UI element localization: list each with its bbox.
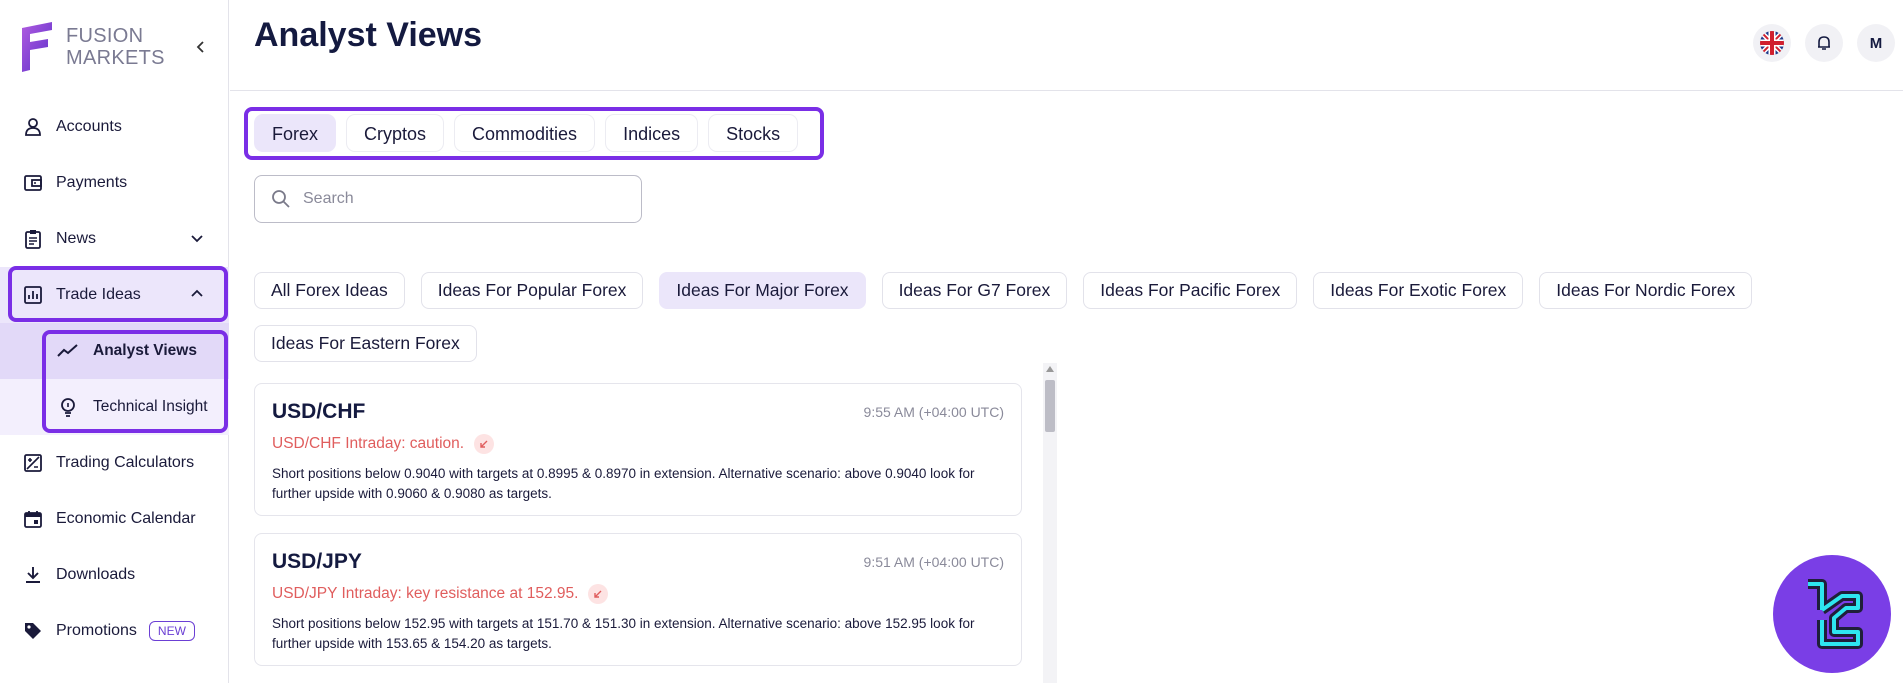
sidebar-item-label: Payments [56, 174, 128, 191]
sidebar-item-news[interactable]: News [0, 211, 229, 267]
tag-icon [22, 620, 44, 642]
arrow-down-left-icon [474, 434, 495, 454]
idea-filter-chips: All Forex Ideas Ideas For Popular Forex … [254, 272, 1774, 362]
trade-ideas-submenu: Analyst Views Technical Insight [0, 323, 229, 435]
sidebar-item-label: Accounts [56, 118, 122, 135]
wallet-icon [22, 172, 44, 194]
chip-exotic-forex[interactable]: Ideas For Exotic Forex [1313, 272, 1524, 309]
download-icon [22, 564, 44, 586]
sidebar-item-promotions[interactable]: Promotions NEW [0, 603, 229, 659]
chevron-down-icon [191, 235, 203, 243]
sidebar-subitem-label: Analyst Views [93, 342, 197, 359]
tc-watermark-logo [1773, 555, 1891, 673]
scroll-up-arrow-icon[interactable] [1046, 366, 1054, 372]
clipboard-icon [22, 228, 44, 250]
calculator-icon [22, 452, 44, 474]
sidebar-item-trading-calculators[interactable]: Trading Calculators [0, 435, 229, 491]
idea-headline: USD/CHF Intraday: caution. [272, 435, 465, 452]
collapse-sidebar-button[interactable] [192, 38, 210, 56]
chevron-left-icon [196, 41, 204, 53]
idea-body: Short positions below 152.95 with target… [272, 616, 975, 651]
chevron-up-icon [191, 289, 203, 297]
notifications-button[interactable] [1805, 24, 1843, 62]
idea-list: USD/CHF 9:55 AM (+04:00 UTC) USD/CHF Int… [254, 383, 1022, 683]
sidebar-item-label: Trading Calculators [56, 454, 195, 471]
idea-time: 9:55 AM (+04:00 UTC) [863, 404, 1004, 420]
top-header: Analyst Views M [230, 0, 1903, 91]
new-badge: NEW [148, 621, 195, 641]
lightbulb-icon [57, 396, 79, 418]
logo-text-line2: MARKETS [66, 47, 165, 69]
idea-headline-row: USD/JPY Intraday: key resistance at 152.… [272, 584, 1004, 604]
search-box[interactable] [254, 175, 642, 223]
sidebar-subitem-analyst-views[interactable]: Analyst Views [0, 323, 229, 379]
chip-eastern-forex[interactable]: Ideas For Eastern Forex [254, 325, 477, 362]
uk-flag-icon [1760, 31, 1784, 55]
tab-stocks[interactable]: Stocks [708, 114, 799, 152]
scrollbar-thumb[interactable] [1045, 380, 1055, 432]
sidebar-subitem-label: Technical Insight [93, 398, 208, 415]
idea-headline-row: USD/CHF Intraday: caution. [272, 434, 1004, 454]
idea-body: Short positions below 0.9040 with target… [272, 466, 975, 501]
chip-pacific-forex[interactable]: Ideas For Pacific Forex [1083, 272, 1298, 309]
user-icon [22, 116, 44, 138]
logo-text-line1: FUSION [66, 25, 144, 47]
sidebar-item-label: Trade Ideas [56, 286, 141, 303]
search-input[interactable] [303, 190, 623, 208]
tab-commodities[interactable]: Commodities [454, 114, 596, 152]
sidebar-item-label: Downloads [56, 566, 136, 583]
logo-mark-icon [22, 22, 52, 72]
arrow-down-left-icon [588, 584, 609, 604]
chip-g7-forex[interactable]: Ideas For G7 Forex [881, 272, 1068, 309]
tc-logo-icon [1808, 579, 1863, 649]
sidebar-item-accounts[interactable]: Accounts [0, 99, 229, 155]
trend-icon [57, 340, 79, 362]
chip-nordic-forex[interactable]: Ideas For Nordic Forex [1539, 272, 1753, 309]
sidebar: FUSION MARKETS Accounts Payments News Tr… [0, 0, 229, 683]
search-icon [272, 190, 290, 208]
bar-chart-icon [22, 284, 44, 306]
fusion-markets-logo[interactable]: FUSION MARKETS [18, 20, 165, 74]
sidebar-subitem-technical-insight[interactable]: Technical Insight [0, 379, 229, 435]
sidebar-item-label: Economic Calendar [56, 510, 196, 527]
tab-cryptos[interactable]: Cryptos [346, 114, 445, 152]
idea-time: 9:51 AM (+04:00 UTC) [863, 554, 1004, 570]
idea-card[interactable]: USD/JPY 9:51 AM (+04:00 UTC) USD/JPY Int… [254, 533, 1022, 666]
sidebar-item-trade-ideas[interactable]: Trade Ideas [0, 267, 229, 323]
page-title: Analyst Views [254, 16, 483, 54]
sidebar-item-payments[interactable]: Payments [0, 155, 229, 211]
idea-headline: USD/JPY Intraday: key resistance at 152.… [272, 585, 579, 602]
tab-forex[interactable]: Forex [254, 114, 337, 152]
language-button[interactable] [1753, 24, 1791, 62]
sidebar-nav: Accounts Payments News Trade Ideas Analy… [0, 99, 229, 659]
chip-major-forex[interactable]: Ideas For Major Forex [659, 272, 866, 309]
asset-class-tabs: Forex Cryptos Commodities Indices Stocks [254, 114, 799, 152]
tab-indices[interactable]: Indices [605, 114, 699, 152]
sidebar-item-downloads[interactable]: Downloads [0, 547, 229, 603]
user-avatar[interactable]: M [1857, 24, 1895, 62]
sidebar-item-economic-calendar[interactable]: Economic Calendar [0, 491, 229, 547]
chip-popular-forex[interactable]: Ideas For Popular Forex [420, 272, 644, 309]
sidebar-item-label: Promotions [56, 622, 137, 639]
header-actions: M [1753, 24, 1895, 62]
calendar-icon [22, 508, 44, 530]
logo-text: FUSION MARKETS [66, 25, 165, 69]
idea-card[interactable]: USD/CHF 9:55 AM (+04:00 UTC) USD/CHF Int… [254, 383, 1022, 516]
bell-icon [1818, 36, 1830, 50]
chip-all-forex-ideas[interactable]: All Forex Ideas [254, 272, 405, 309]
sidebar-item-label: News [56, 230, 97, 247]
